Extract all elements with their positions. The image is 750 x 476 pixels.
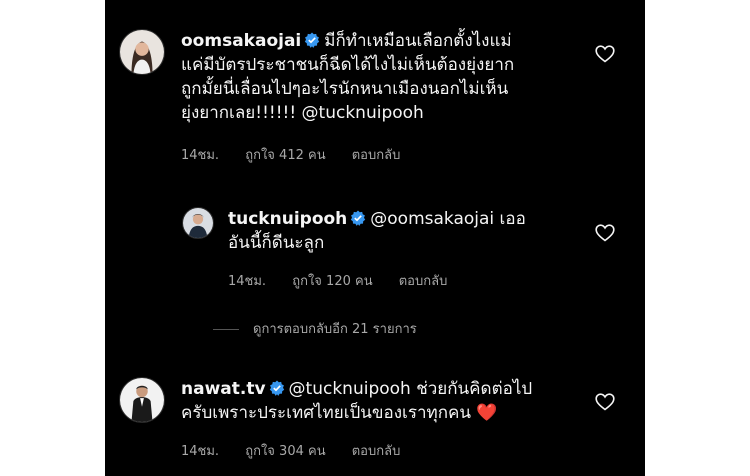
comment-text-line: อันนี้ก็ดีนะลูก <box>228 233 325 253</box>
comment-meta: 14ชม. ถูกใจ 412 คน ตอบกลับ <box>181 147 422 165</box>
heart-outline-icon <box>595 45 615 63</box>
divider-line <box>213 329 239 330</box>
comment-nawat-tv: nawat.tv @tucknuipooh ช่วยกันคิดต่อไป ครั… <box>181 377 532 425</box>
comment-text-line: ครับเพราะประเทศไทยเป็นของเราทุกคน ❤️ <box>181 403 498 423</box>
heart-outline-icon <box>595 393 615 411</box>
comment-text-line: มีก็ทำเหมือนเลือกตั้งไงแม่ <box>324 31 512 51</box>
like-count[interactable]: ถูกใจ 120 คน <box>292 274 372 289</box>
heart-outline-icon <box>595 224 615 242</box>
comments-panel: oomsakaojai มีก็ทำเหมือนเลือกตั้งไงแม่ แค… <box>105 0 645 476</box>
like-button[interactable] <box>595 45 615 63</box>
verified-badge-icon <box>350 210 366 226</box>
comment-oomsakaojai: oomsakaojai มีก็ทำเหมือนเลือกตั้งไงแม่ แค… <box>181 29 514 125</box>
comment-tucknuipooh: tucknuipooh @oomsakaojai เออ อันนี้ก็ดีนะ… <box>228 207 526 255</box>
comment-text-line: @tucknuipooh ช่วยกันคิดต่อไป <box>288 379 533 399</box>
comment-meta: 14ชม. ถูกใจ 304 คน ตอบกลับ <box>181 443 422 461</box>
like-count[interactable]: ถูกใจ 412 คน <box>245 148 325 163</box>
verified-badge-icon <box>269 380 285 396</box>
like-count[interactable]: ถูกใจ 304 คน <box>245 444 325 459</box>
username-tucknuipooh[interactable]: tucknuipooh <box>228 209 347 229</box>
avatar-image <box>183 208 213 238</box>
comment-meta: 14ชม. ถูกใจ 120 คน ตอบกลับ <box>228 273 469 291</box>
comment-text-line: ถูกมั้ยนี่เลื่อนไปๆอะไรนักหนาเมืองนอกไม่… <box>181 79 509 99</box>
like-button[interactable] <box>595 393 615 411</box>
username-nawat-tv[interactable]: nawat.tv <box>181 379 266 399</box>
view-more-replies-button[interactable]: ดูการตอบกลับอีก 21 รายการ <box>213 321 417 339</box>
comment-text-line: ยุ่งยากเลย!!!!!! @tucknuipooh <box>181 103 424 123</box>
comment-text-line: แค่มีบัตรประชาชนก็ฉีดได้ไงไม่เห็นต้องยุ่… <box>181 55 515 75</box>
username-oomsakaojai[interactable]: oomsakaojai <box>181 31 301 51</box>
like-button[interactable] <box>595 224 615 242</box>
verified-badge-icon <box>304 32 320 48</box>
reply-button[interactable]: ตอบกลับ <box>399 274 448 289</box>
avatar-nawat-tv[interactable] <box>119 377 165 423</box>
comment-time: 14ชม. <box>181 444 220 459</box>
reply-button[interactable]: ตอบกลับ <box>352 444 401 459</box>
view-more-replies-label: ดูการตอบกลับอีก 21 รายการ <box>253 322 417 337</box>
avatar-tucknuipooh[interactable] <box>182 207 214 239</box>
comment-time: 14ชม. <box>181 148 220 163</box>
comment-text-line: @oomsakaojai เออ <box>370 209 526 229</box>
avatar-image <box>120 378 164 422</box>
reply-button[interactable]: ตอบกลับ <box>352 148 401 163</box>
comment-time: 14ชม. <box>228 274 267 289</box>
avatar-oomsakaojai[interactable] <box>119 29 165 75</box>
avatar-image <box>120 30 164 74</box>
